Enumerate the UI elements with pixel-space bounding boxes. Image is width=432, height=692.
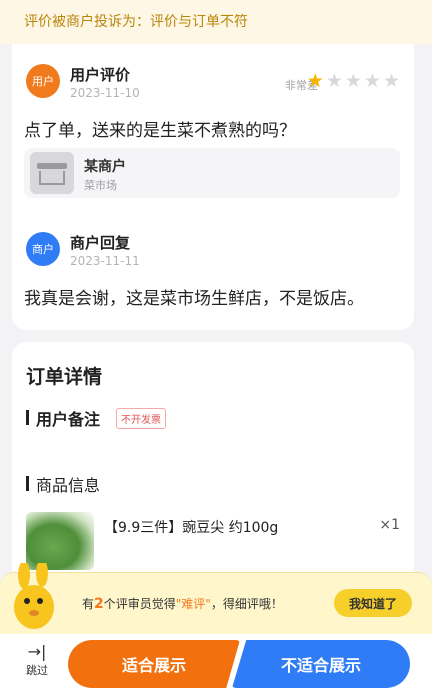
complaint-banner: 评价被商户投诉为：评价与订单不符	[0, 0, 432, 44]
merchant-info[interactable]: 某商户 菜市场	[24, 148, 400, 198]
product-quantity: ×1	[379, 517, 400, 533]
goods-title: 商品信息	[36, 476, 101, 495]
order-title: 订单详情	[26, 366, 103, 388]
user-review-date: 2023-11-10	[70, 86, 140, 100]
shop-name: 某商户	[84, 159, 126, 175]
merchant-reply-date: 2023-11-11	[70, 254, 140, 268]
star-empty-icon: ★	[344, 70, 362, 92]
suitable-button[interactable]: 适合展示	[68, 640, 240, 688]
user-review-title: 用户评价	[70, 66, 131, 84]
star-rating: ★ ★ ★ ★ ★	[307, 71, 400, 91]
product-image	[26, 512, 94, 570]
reviewer-tip-bar: 有2个评审员觉得"难评"，得细评哦！ 我知道了	[0, 563, 432, 634]
section-marker	[26, 410, 29, 425]
no-invoice-tag: 不开发票	[116, 408, 166, 429]
action-bar: →| 跳过 适合展示 不适合展示	[0, 634, 432, 692]
star-filled-icon: ★	[306, 70, 324, 92]
skip-button[interactable]: →| 跳过	[20, 642, 54, 678]
product-name: 【9.9三件】豌豆尖 约100g	[104, 520, 279, 536]
review-card: 用户 用户评价 2023-11-10 非常差 ★ ★ ★ ★ ★ 点了单，送来的是生菜不…	[12, 44, 414, 330]
star-empty-icon: ★	[363, 70, 381, 92]
unsuitable-button[interactable]: 不适合展示	[232, 640, 410, 688]
got-it-button[interactable]: 我知道了	[334, 589, 412, 617]
merchant-avatar: 商户	[26, 232, 60, 266]
shop-category: 菜市场	[84, 179, 117, 192]
star-empty-icon: ★	[325, 70, 343, 92]
merchant-reply-text: 我真是会谢，这是菜市场生鲜店，不是饭店。	[24, 289, 364, 309]
tip-text: 有2个评审员觉得"难评"，得细评哦！	[82, 596, 283, 612]
skip-icon: →|	[27, 642, 47, 661]
skip-label: 跳过	[26, 664, 48, 677]
remark-title: 用户备注	[36, 410, 101, 429]
merchant-reply-title: 商户回复	[70, 234, 131, 252]
review-text: 点了单，送来的是生菜不煮熟的吗？	[24, 121, 296, 141]
user-avatar: 用户	[26, 64, 60, 98]
star-empty-icon: ★	[382, 70, 400, 92]
section-marker	[26, 476, 29, 491]
mascot-icon	[14, 563, 54, 629]
shop-icon	[30, 152, 74, 194]
